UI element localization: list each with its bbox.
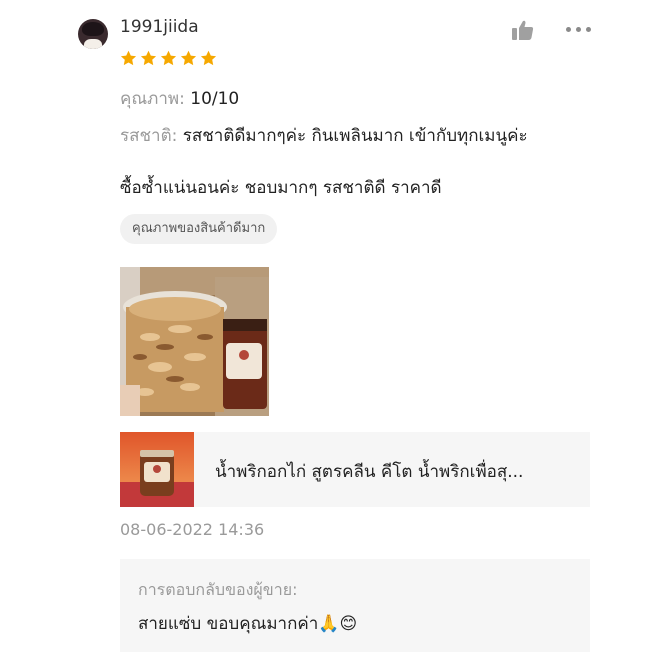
seller-reply-label: การตอบกลับของผู้ขาย: [138,580,298,599]
star-icon [120,50,137,66]
product-title[interactable]: น้ำพริกอกไก่ สูตรคลีน คีโต น้ำพริกเพื่อส… [215,458,580,485]
more-options-icon[interactable] [565,20,593,40]
star-icon [160,50,177,66]
seller-reply: การตอบกลับของผู้ขาย: สายแซ่บ ขอบคุณมากค่… [120,559,590,652]
review-tag: คุณภาพของสินค้าดีมาก [120,214,278,244]
attribute-taste: รสชาติ: รสชาติดีมากๆค่ะ กินเพลินมาก เข้า… [120,122,528,149]
review-comment: ซื้อซ้ำแน่นอนค่ะ ชอบมากๆ รสชาติดี ราคาดี [120,178,442,198]
thumbs-up-icon[interactable] [512,20,534,40]
product-thumbnail [120,432,194,507]
reviewer-username[interactable]: 1991jiida [120,17,199,37]
star-icon [200,50,217,66]
seller-reply-text: สายแซ่บ ขอบคุณมากค่า🙏😊 [138,614,358,634]
attribute-label: คุณภาพ: [120,89,185,109]
review-photo[interactable] [120,267,269,416]
attribute-label: รสชาติ: [120,126,178,146]
product-card[interactable]: น้ำพริกอกไก่ สูตรคลีน คีโต น้ำพริกเพื่อส… [120,432,590,507]
star-rating [120,50,217,67]
attribute-quality: คุณภาพ: 10/10 [120,85,239,112]
attribute-value: รสชาติดีมากๆค่ะ กินเพลินมาก เข้ากับทุกเม… [182,126,528,146]
star-icon [140,50,157,66]
reviewer-avatar[interactable] [78,19,108,49]
star-icon [180,50,197,66]
attribute-value: 10/10 [190,89,240,109]
review-timestamp: 08-06-2022 14:36 [120,520,265,539]
